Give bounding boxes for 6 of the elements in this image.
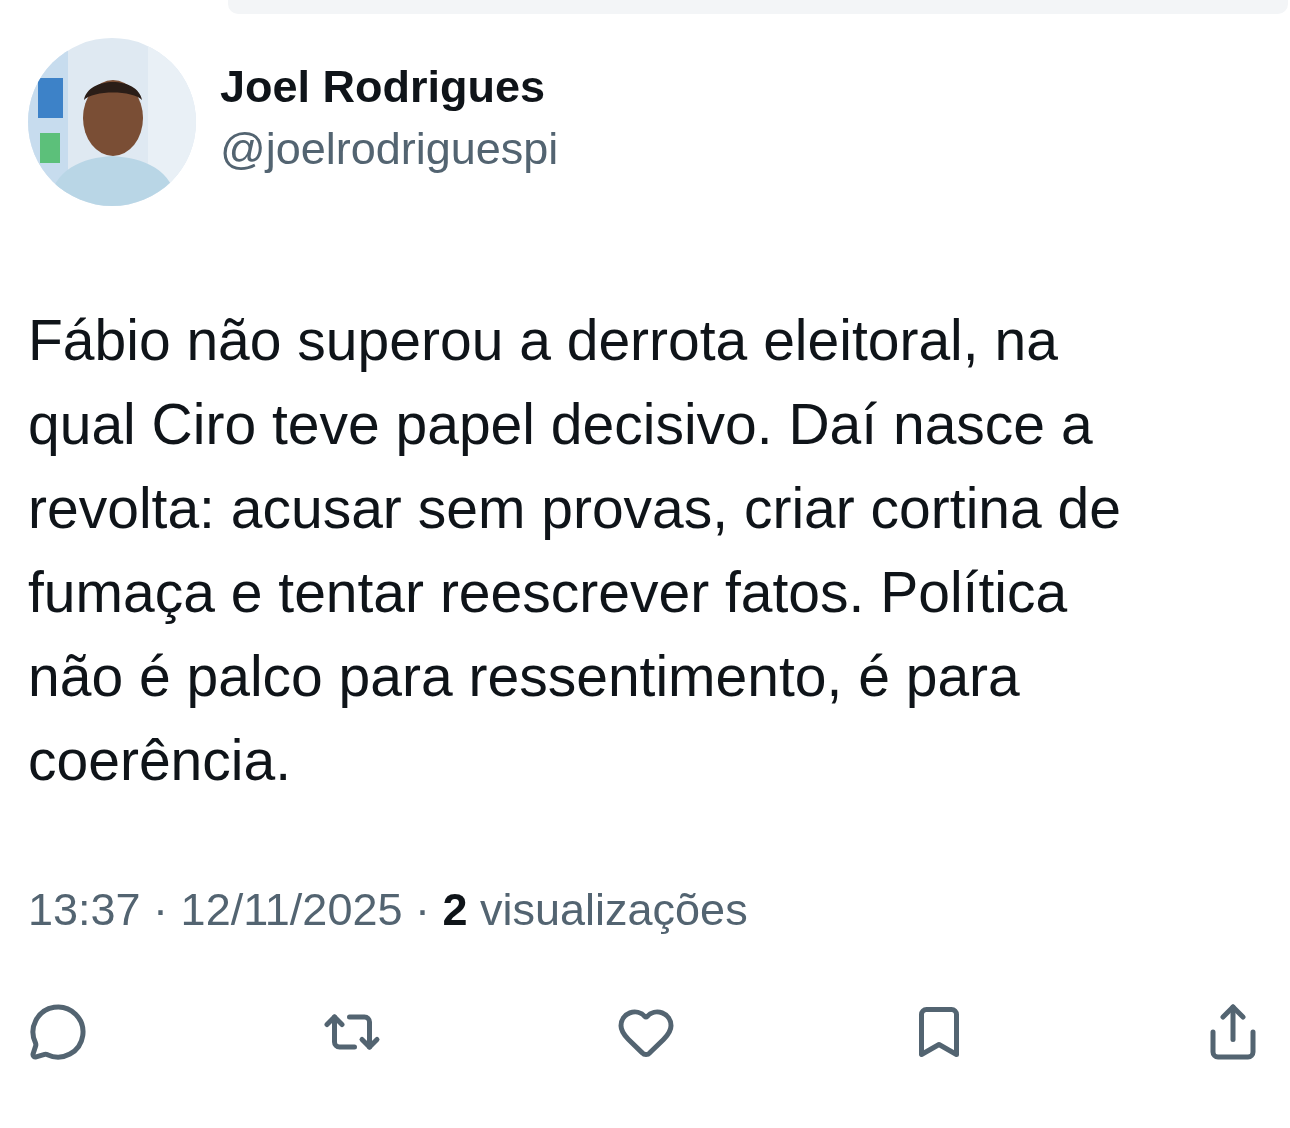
author-handle[interactable]: @joelrodriguespi bbox=[220, 123, 559, 175]
reply-button[interactable] bbox=[28, 1002, 88, 1062]
reply-icon bbox=[28, 1002, 88, 1062]
post-meta: 13:37 · 12/11/2025 · 2 visualizações bbox=[28, 884, 749, 936]
author-name[interactable]: Joel Rodrigues bbox=[220, 61, 559, 113]
post-text: Fábio não superou a derrota eleitoral, na qual Ciro teve papel decisivo. Daí nasce a revolta: acusar sem provas, criar cortina de fumaça e tentar reescrever fatos. Política não é palco para ressentimento, é para coerência. bbox=[28, 307, 1122, 794]
